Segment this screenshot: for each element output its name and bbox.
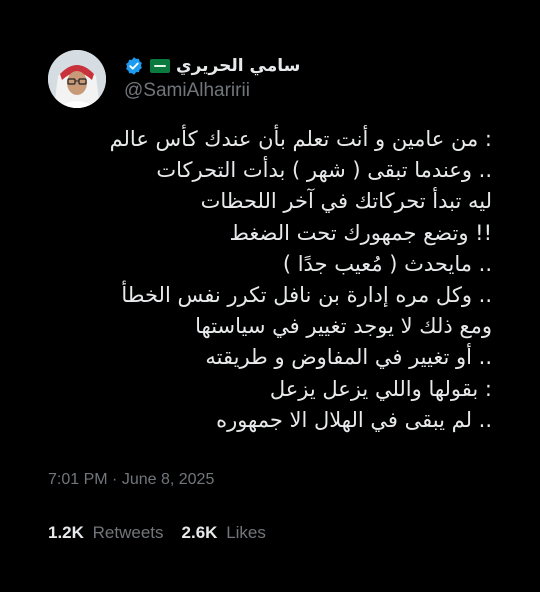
tweet-timestamp[interactable]: 7:01 PM · June 8, 2025 (48, 471, 214, 489)
tweet-line: : بقولها واللي يزعل يزعل (269, 376, 492, 401)
likes-count: 2.6K (181, 523, 218, 542)
tweet-line: .. لم يبقى في الهلال الا جمهوره (216, 407, 492, 432)
tweet-text: : من عامين و أنت تعلم بأن عندك كأس عالم … (40, 124, 492, 436)
tweet-line: ومع ذلك لا يوجد تغيير في سياستها (195, 314, 492, 339)
tweet-line: : من عامين و أنت تعلم بأن عندك كأس عالم (109, 127, 492, 151)
retweets-count: 1.2K (48, 523, 84, 542)
handle[interactable]: @SamiAlharirii (124, 80, 364, 102)
tweet-header: سامي الحريري @SamiAlharirii (48, 50, 492, 110)
tweet-time: 7:01 PM (48, 471, 108, 488)
name-row: سامي الحريري (124, 54, 364, 78)
likes-stat[interactable]: 2.6K Likes (182, 523, 266, 543)
tweet-stats: 1.2K Retweets 2.6K Likes (48, 523, 266, 543)
retweets-stat[interactable]: 1.2K Retweets (48, 523, 164, 543)
likes-label: Likes (226, 523, 266, 542)
display-name[interactable]: سامي الحريري (176, 56, 300, 76)
avatar[interactable] (48, 50, 106, 108)
tweet-line: .. أو تغيير في المفاوض و طريقته (205, 345, 492, 370)
tweet-line: .. وكل مره إدارة بن نافل تكرر نفس الخطأ (121, 283, 492, 308)
author-info: سامي الحريري @SamiAlharirii (124, 54, 364, 102)
meta-separator: · (112, 471, 118, 488)
verified-badge-icon (126, 57, 142, 75)
tweet-date: June 8, 2025 (121, 471, 215, 488)
saudi-flag-icon (150, 59, 170, 73)
tweet-line: .. وعندما تبقى ( شهر ) بدأت التحركات (156, 158, 492, 183)
tweet-line: !! وتضع جمهورك تحت الضغط (229, 220, 492, 245)
tweet-line: .. مايحدث ( مُعيب جدًا ) (282, 251, 492, 276)
retweets-label: Retweets (92, 523, 164, 542)
tweet-line: ليه تبدأ تحركاتك في آخر اللحظات (200, 189, 492, 214)
